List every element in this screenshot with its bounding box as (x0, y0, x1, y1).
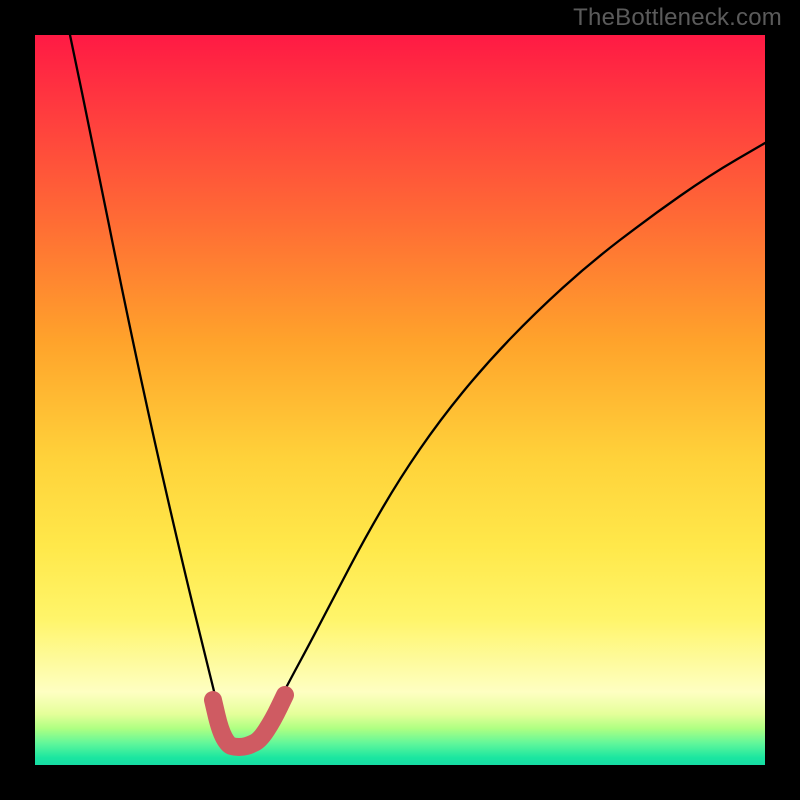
plot-area (35, 35, 765, 765)
highlight-segment (213, 695, 285, 747)
attribution-label: TheBottleneck.com (573, 4, 782, 32)
chart-container: TheBottleneck.com (0, 0, 800, 800)
main-curve (70, 35, 765, 744)
curve-layer (35, 35, 765, 765)
